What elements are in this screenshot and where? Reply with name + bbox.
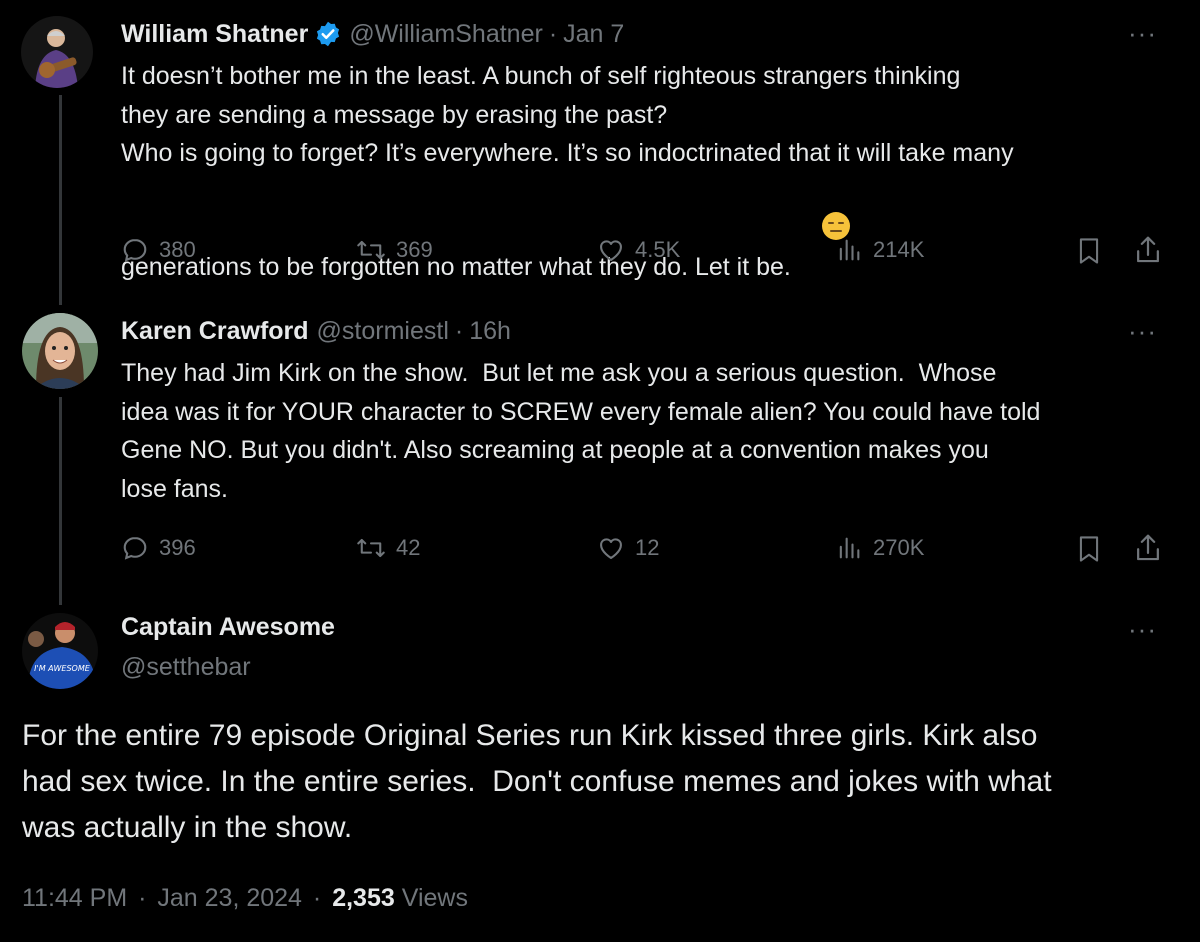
repost-icon: [357, 538, 385, 558]
tweet2-header: Karen Crawford @stormiestl · 16h: [121, 314, 511, 348]
reply-button[interactable]: 396: [121, 534, 196, 562]
heart-icon: [600, 240, 622, 261]
like-count: 4.5K: [635, 237, 681, 262]
reply-icon: [123, 239, 147, 262]
tweet-date[interactable]: Jan 7: [563, 20, 624, 49]
more-options-icon[interactable]: ···: [1128, 316, 1157, 347]
more-options-icon[interactable]: ···: [1128, 614, 1157, 645]
views-button[interactable]: 270K: [835, 534, 924, 562]
repost-button[interactable]: 369: [356, 236, 433, 264]
reply-count: 380: [159, 237, 196, 262]
heart-icon: [600, 538, 622, 559]
reply-icon: [123, 537, 147, 560]
avatar-william-shatner[interactable]: [21, 16, 93, 88]
avatar-shirt-text: I'M AWESOME: [34, 664, 91, 673]
repost-button[interactable]: 42: [356, 534, 420, 562]
author-name[interactable]: Captain Awesome: [121, 613, 335, 642]
separator-dot: ·: [138, 884, 147, 912]
thread-line-2: [59, 397, 62, 605]
tweet-time[interactable]: 11:44 PM: [22, 884, 127, 912]
author-handle[interactable]: @setthebar: [121, 653, 251, 682]
separator-dot: ·: [312, 884, 322, 912]
repost-icon: [357, 240, 385, 260]
tweet1-header: William Shatner @WilliamShatner · Jan 7: [121, 17, 624, 51]
views-label: Views: [401, 884, 468, 912]
tweet3-text: For the entire 79 episode Original Serie…: [22, 719, 1052, 844]
reply-button[interactable]: 380: [121, 236, 196, 264]
avatar-captain-awesome[interactable]: I'M AWESOME: [22, 613, 98, 689]
tweet-date[interactable]: Jan 23, 2024: [157, 884, 302, 912]
repost-count: 369: [396, 237, 433, 262]
thread-line-1: [59, 95, 62, 305]
author-name[interactable]: Karen Crawford: [121, 317, 309, 346]
author-handle[interactable]: @WilliamShatner: [349, 20, 542, 49]
tweet2-text: They had Jim Kirk on the show. But let m…: [121, 359, 1041, 503]
author-handle[interactable]: @stormiestl: [317, 317, 449, 346]
expressionless-face-emoji-icon: [793, 173, 851, 292]
views-button[interactable]: 214K: [835, 236, 924, 264]
separator-dot: ·: [454, 316, 464, 345]
analytics-icon: [839, 537, 860, 559]
like-button[interactable]: 12: [597, 534, 659, 562]
like-button[interactable]: 4.5K: [597, 236, 680, 264]
tweet-date[interactable]: 16h: [469, 317, 511, 346]
views-count: 270K: [873, 535, 925, 560]
share-icon[interactable]: [1133, 532, 1163, 569]
tweet-meta: 11:44 PM · Jan 23, 2024 · 2,353 Views: [22, 884, 468, 913]
analytics-icon: [839, 239, 860, 261]
bookmark-icon[interactable]: [1075, 236, 1103, 271]
views-count: 214K: [873, 237, 925, 262]
reply-count: 396: [159, 535, 196, 560]
views-count: 2,353: [332, 884, 395, 912]
more-options-icon[interactable]: ···: [1128, 18, 1157, 49]
share-icon[interactable]: [1133, 234, 1163, 271]
separator-dot: ·: [548, 19, 558, 48]
bookmark-icon[interactable]: [1075, 534, 1103, 569]
like-count: 12: [635, 535, 660, 560]
repost-count: 42: [396, 535, 421, 560]
avatar-karen-crawford[interactable]: [22, 313, 98, 389]
author-name[interactable]: William Shatner: [121, 20, 308, 49]
verified-badge-icon: [314, 20, 342, 48]
